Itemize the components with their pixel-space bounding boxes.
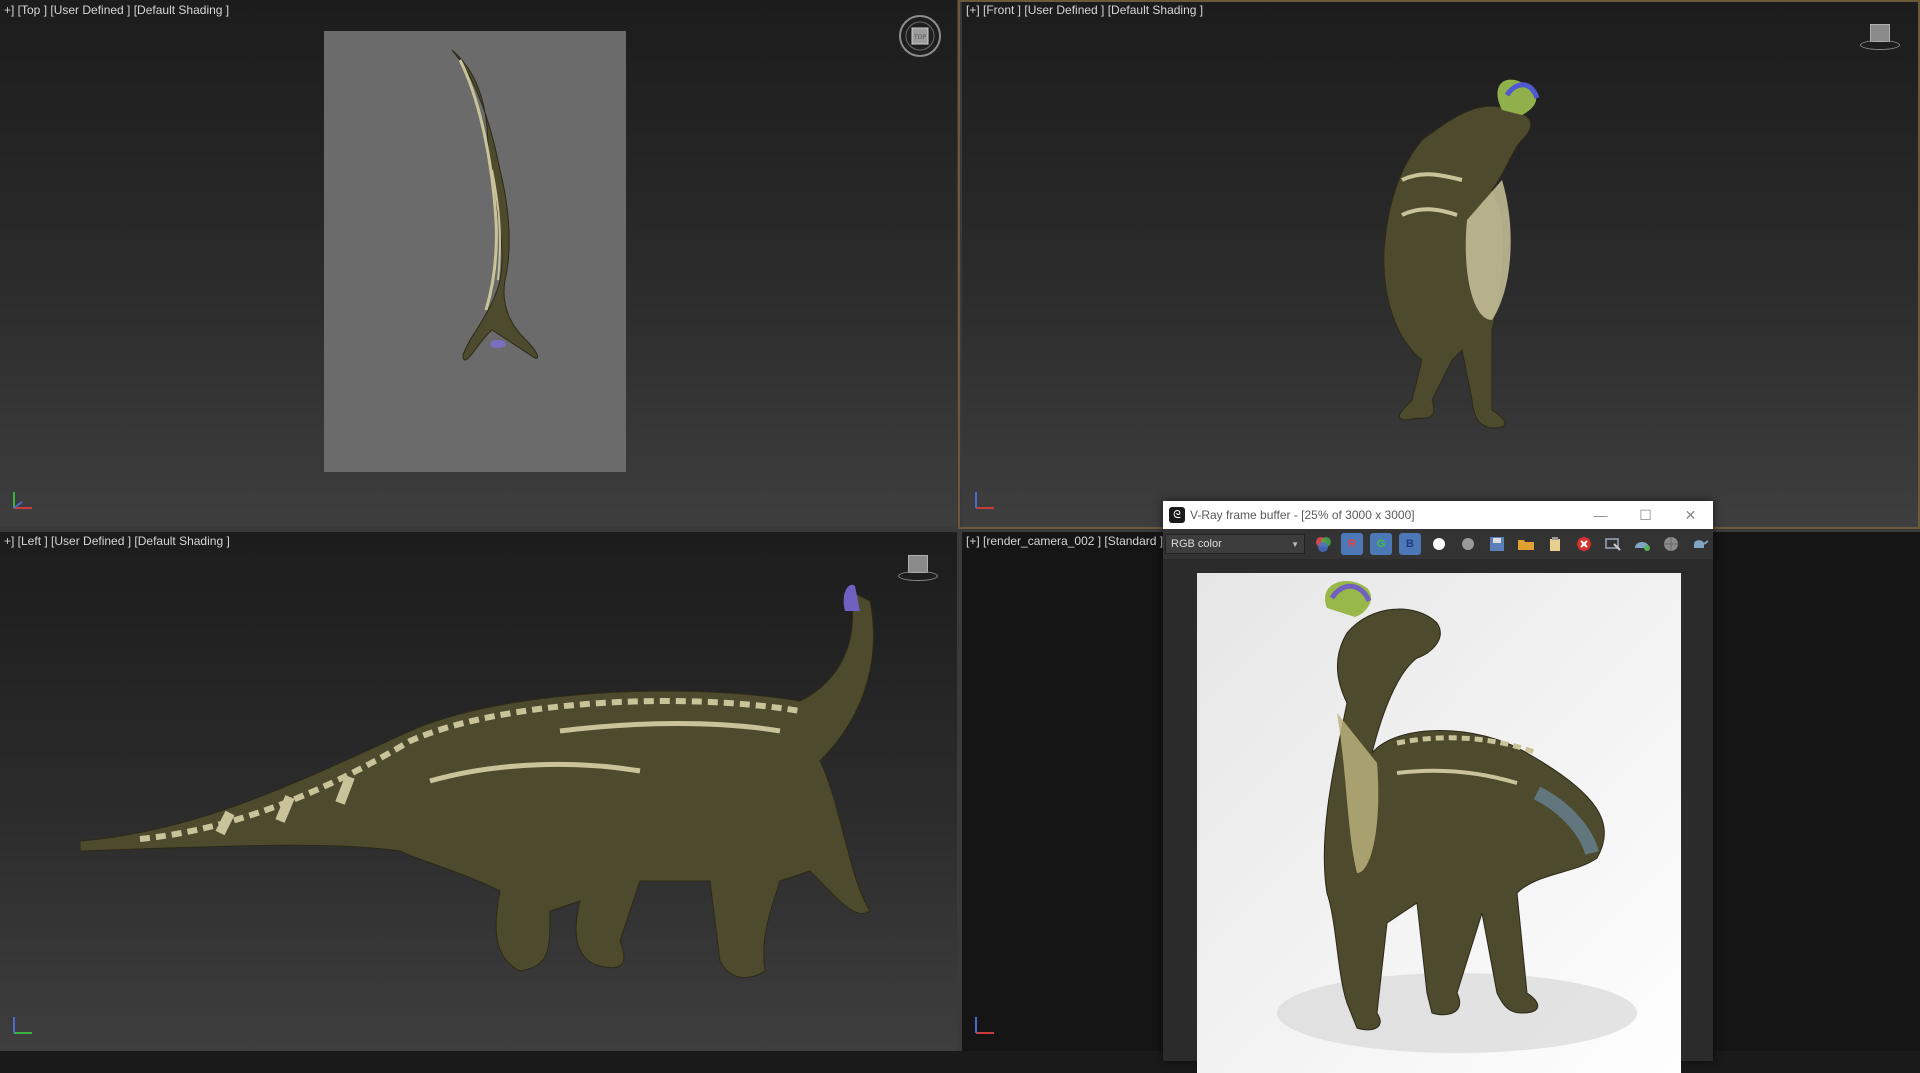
- viewport-top[interactable]: +] [Top ] [User Defined ] [Default Shadi…: [0, 0, 957, 527]
- white-dot-icon[interactable]: [1428, 533, 1450, 555]
- region-icon[interactable]: [1631, 533, 1653, 555]
- viewport-front-label[interactable]: [+] [Front ] [User Defined ] [Default Sh…: [966, 3, 1203, 17]
- dinosaur-left-view: [80, 584, 874, 979]
- viewport-left-label[interactable]: +] [Left ] [User Defined ] [Default Shad…: [4, 534, 230, 548]
- viewcube-icon[interactable]: [1860, 24, 1900, 52]
- close-button[interactable]: ✕: [1668, 501, 1713, 529]
- axis-tripod-icon: [975, 1017, 994, 1034]
- chevron-down-icon: ▼: [1291, 539, 1299, 549]
- vfb-title: V-Ray frame buffer - [25% of 3000 x 3000…: [1190, 508, 1415, 522]
- channel-g-button[interactable]: G: [1370, 533, 1392, 555]
- viewcube-icon[interactable]: [898, 555, 938, 583]
- viewport-top-label[interactable]: +] [Top ] [User Defined ] [Default Shadi…: [4, 3, 229, 17]
- viewport-left[interactable]: +] [Left ] [User Defined ] [Default Shad…: [0, 531, 957, 1051]
- dinosaur-top-view: [451, 49, 539, 361]
- viewport-front[interactable]: [+] [Front ] [User Defined ] [Default Sh…: [962, 0, 1920, 527]
- dinosaur-render: [1197, 573, 1681, 1073]
- channel-select-value: RGB color: [1171, 538, 1222, 550]
- render-area[interactable]: [1163, 559, 1713, 1073]
- channel-select[interactable]: RGB color ▼: [1165, 534, 1305, 554]
- channel-b-button[interactable]: B: [1399, 533, 1421, 555]
- color-correction-icon[interactable]: [1312, 533, 1334, 555]
- minimize-button[interactable]: —: [1578, 501, 1623, 529]
- clear-icon[interactable]: [1544, 533, 1566, 555]
- track-mouse-icon[interactable]: [1602, 533, 1624, 555]
- gray-dot-icon[interactable]: [1457, 533, 1479, 555]
- viewport-camera-label[interactable]: [+] [render_camera_002 ] [Standard ] [D: [966, 534, 1178, 548]
- viewport-divider-vertical[interactable]: [957, 0, 962, 1051]
- rendered-image: [1197, 573, 1681, 1073]
- viewcube-icon[interactable]: TOP: [896, 12, 944, 65]
- svg-text:TOP: TOP: [913, 34, 926, 41]
- vray-logo-icon: ᘓ: [1169, 507, 1185, 523]
- maximize-button[interactable]: ☐: [1623, 501, 1668, 529]
- channel-r-button[interactable]: R: [1341, 533, 1363, 555]
- save-icon[interactable]: [1486, 533, 1508, 555]
- stop-icon[interactable]: [1573, 533, 1595, 555]
- vray-frame-buffer-window[interactable]: ᘓ V-Ray frame buffer - [25% of 3000 x 30…: [1163, 501, 1713, 1073]
- axis-tripod-icon: [13, 1017, 32, 1034]
- dinosaur-front-view: [1383, 79, 1540, 429]
- axis-tripod-icon: [975, 492, 994, 509]
- render-globe-icon[interactable]: [1660, 533, 1682, 555]
- vfb-toolbar: RGB color ▼ R G B: [1163, 529, 1713, 559]
- render-teapot-icon[interactable]: [1689, 533, 1711, 555]
- axis-tripod-icon: [13, 492, 32, 509]
- open-icon[interactable]: [1515, 533, 1537, 555]
- vfb-title-bar[interactable]: ᘓ V-Ray frame buffer - [25% of 3000 x 30…: [1163, 501, 1713, 529]
